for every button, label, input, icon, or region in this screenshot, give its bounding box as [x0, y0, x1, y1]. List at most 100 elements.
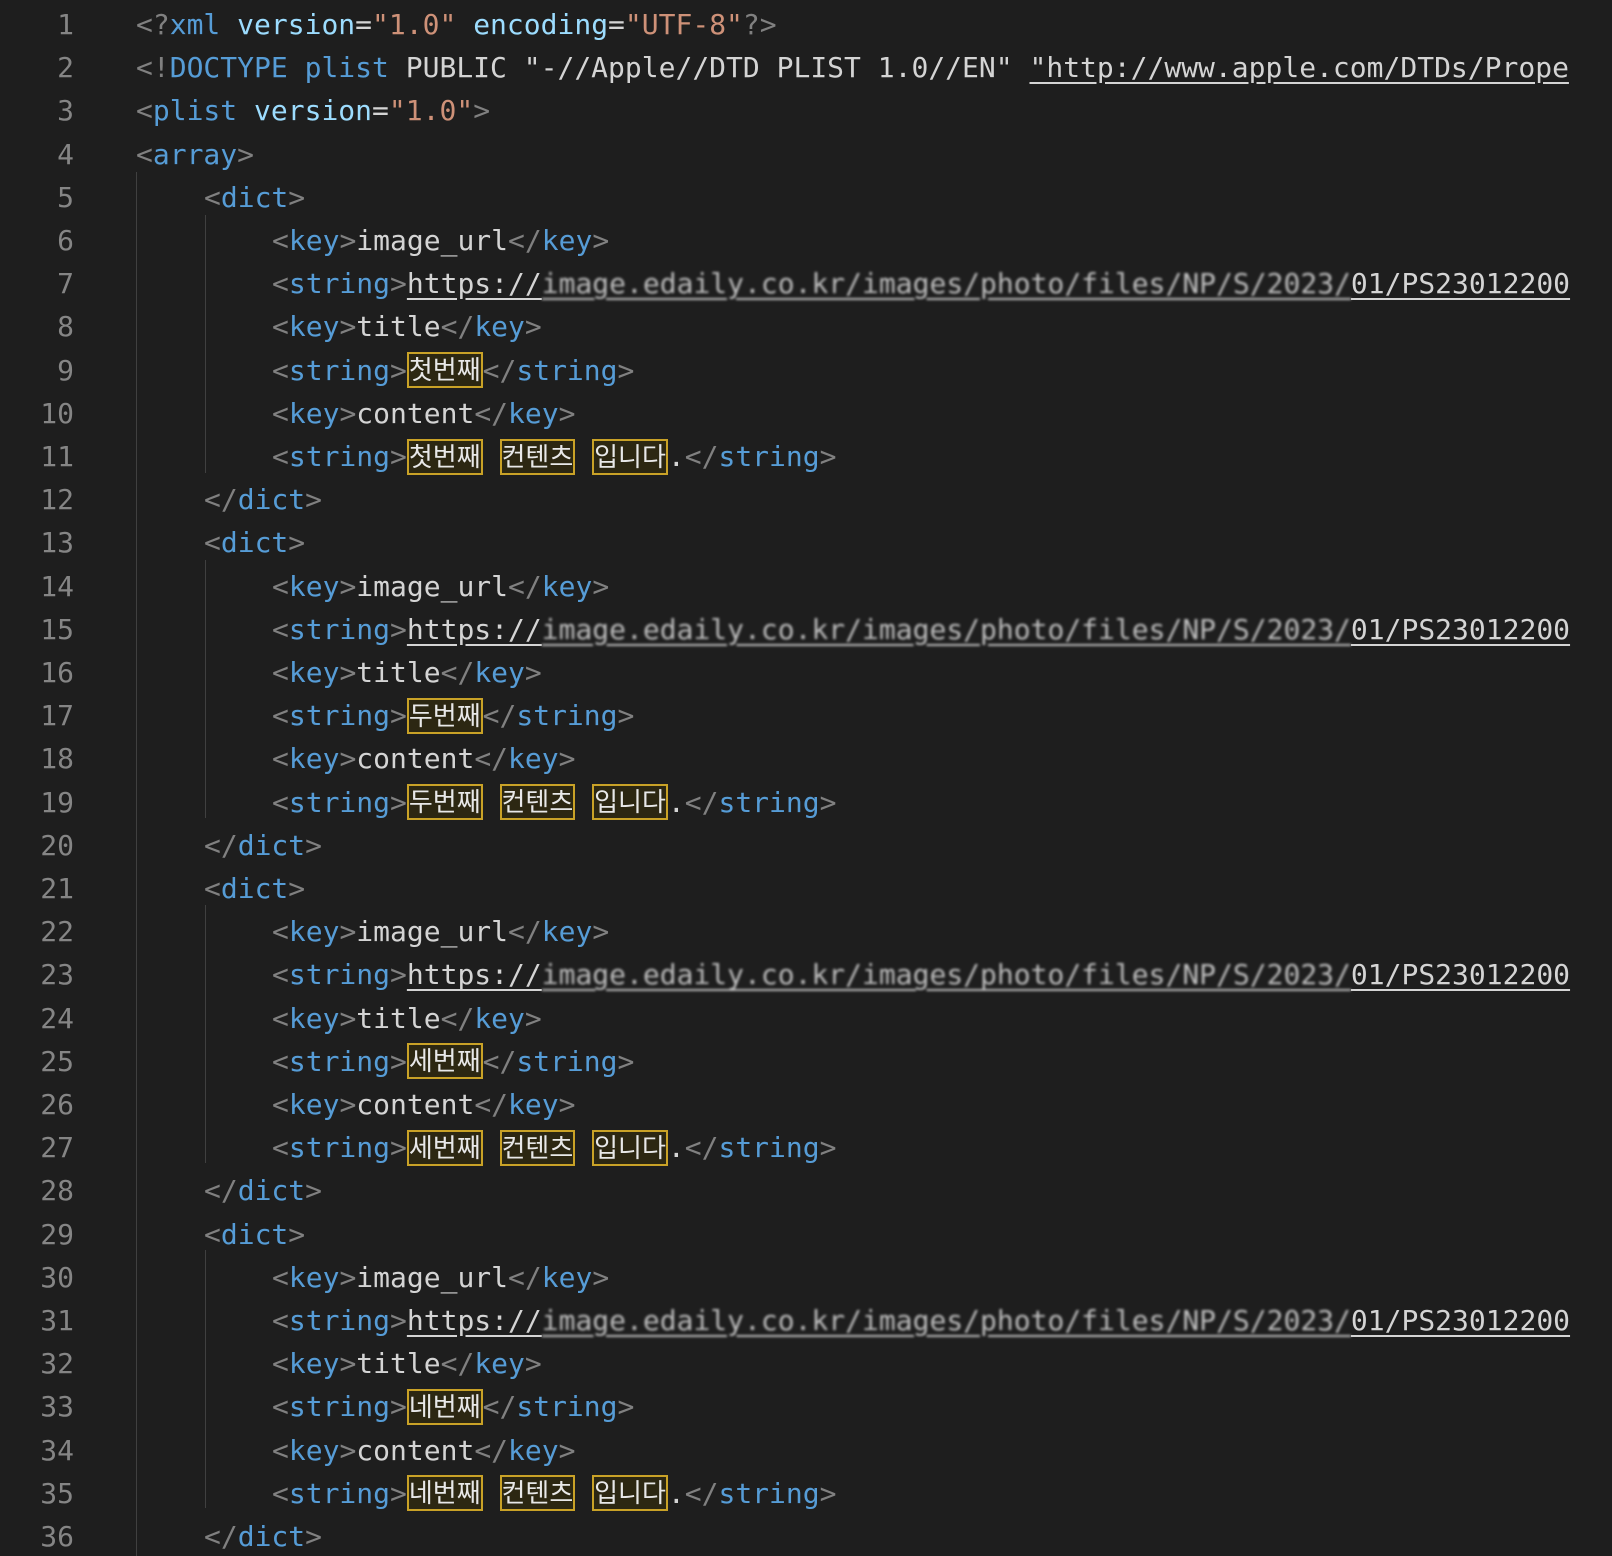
- code-line[interactable]: 32 <key>title</key>: [0, 1342, 1612, 1385]
- unicode-highlight: 컨텐츠: [499, 1129, 576, 1166]
- code-line[interactable]: 12 </dict>: [0, 478, 1612, 521]
- code-content: <string>두번째 컨텐츠 입니다.</string>: [272, 781, 836, 824]
- tag-bracket: >: [819, 1131, 837, 1165]
- code-line[interactable]: 24 <key>title</key>: [0, 997, 1612, 1040]
- line-number: 24: [40, 1001, 74, 1035]
- image-url-link: 01/PS23012200: [1350, 1304, 1571, 1337]
- code-line[interactable]: 25 <string>세번째</string>: [0, 1040, 1612, 1083]
- code-content: <array>: [136, 133, 254, 176]
- image-url-link: 01/PS23012200: [1350, 612, 1571, 646]
- unicode-highlight: 네번째: [406, 1475, 483, 1512]
- tag-name: key: [288, 396, 340, 430]
- code-line[interactable]: 35 <string>네번째 컨텐츠 입니다.</string>: [0, 1472, 1612, 1515]
- code-content: <string>네번째 컨텐츠 입니다.</string>: [272, 1472, 836, 1515]
- tag-bracket: >: [288, 872, 306, 905]
- key-text: image_url: [356, 224, 509, 257]
- code-line[interactable]: 1 <?xml version="1.0" encoding="UTF-8"?>: [0, 3, 1612, 46]
- code-line[interactable]: 11 <string>첫번째 컨텐츠 입니다.</string>: [0, 435, 1612, 478]
- code-content: <key>content</key>: [272, 1083, 575, 1126]
- code-content: </dict>: [204, 1169, 322, 1212]
- tag-bracket: >: [524, 1001, 542, 1035]
- tag-bracket: <: [272, 310, 289, 344]
- code-line[interactable]: 4 <array>: [0, 133, 1612, 176]
- code-line[interactable]: 31 <string>https://image.edaily.co.kr/ima…: [0, 1299, 1612, 1342]
- tag-name: dict: [220, 1217, 289, 1251]
- code-line[interactable]: 21 <dict>: [0, 867, 1612, 910]
- tag-bracket: </: [684, 440, 719, 473]
- key-text: content: [356, 1433, 475, 1467]
- tag-bracket: <: [272, 353, 289, 387]
- line-number: 23: [40, 958, 74, 992]
- line-number: 27: [40, 1131, 74, 1165]
- tag-name: dict: [220, 180, 289, 214]
- code-line[interactable]: 33 <string>네번째</string>: [0, 1385, 1612, 1428]
- code-line[interactable]: 18 <key>content</key>: [0, 737, 1612, 780]
- code-line[interactable]: 20 </dict>: [0, 824, 1612, 867]
- tag-name: string: [288, 1476, 391, 1510]
- code-line[interactable]: 30 <key>image_url</key>: [0, 1256, 1612, 1299]
- tag-bracket: <: [272, 1260, 289, 1294]
- code-line[interactable]: 8 <key>title</key>: [0, 305, 1612, 348]
- tag-bracket: >: [617, 353, 635, 387]
- image-url-link: https://: [406, 1304, 542, 1337]
- code-line[interactable]: 34 <key>content</key>: [0, 1429, 1612, 1472]
- key-text: content: [356, 396, 475, 430]
- tag-name: string: [288, 612, 391, 646]
- tag-name: string: [288, 1304, 391, 1337]
- tag-bracket: >: [339, 742, 357, 776]
- line-number: 36: [40, 1520, 74, 1553]
- tag-name: key: [508, 396, 559, 430]
- code-line[interactable]: 15 <string>https://image.edaily.co.kr/ima…: [0, 608, 1612, 651]
- tag-bracket: >: [558, 396, 576, 430]
- unicode-highlight: 두번째: [406, 784, 483, 821]
- line-number: 9: [57, 353, 74, 387]
- line-number: 31: [40, 1304, 74, 1337]
- line-number: 22: [40, 915, 74, 949]
- line-number: 8: [57, 310, 74, 344]
- tag-name: string: [718, 1476, 820, 1510]
- tag-bracket: </: [684, 1131, 719, 1165]
- code-line[interactable]: 23 <string>https://image.edaily.co.kr/ima…: [0, 953, 1612, 996]
- tag-bracket: >: [390, 267, 407, 301]
- attribute-value: "1.0": [388, 94, 474, 128]
- tag-bracket: <: [272, 1347, 289, 1381]
- key-text: title: [356, 1001, 441, 1035]
- code-line[interactable]: 19 <string>두번째 컨텐츠 입니다.</string>: [0, 781, 1612, 824]
- unicode-highlight: 입니다: [592, 1475, 668, 1512]
- tag-bracket: <: [272, 742, 289, 776]
- tag-name: key: [474, 310, 525, 344]
- string-text: .: [667, 785, 685, 819]
- tag-name: key: [288, 1347, 340, 1381]
- tag-bracket: <: [272, 1390, 289, 1424]
- code-token: =: [372, 94, 389, 128]
- tag-name: dict: [237, 828, 306, 862]
- code-line[interactable]: 13 <dict>: [0, 521, 1612, 564]
- code-line[interactable]: 27 <string>세번째 컨텐츠 입니다.</string>: [0, 1126, 1612, 1169]
- code-content: <string>https://image.edaily.co.kr/image…: [272, 953, 1570, 996]
- code-line[interactable]: 5 <dict>: [0, 176, 1612, 219]
- code-line[interactable]: 3 <plist version="1.0">: [0, 89, 1612, 132]
- tag-bracket: <: [272, 785, 289, 819]
- code-line[interactable]: 9 <string>첫번째</string>: [0, 349, 1612, 392]
- tag-name: key: [474, 1347, 525, 1381]
- code-line[interactable]: 36 </dict>: [0, 1515, 1612, 1556]
- tag-bracket: <: [272, 612, 289, 646]
- code-line[interactable]: 16 <key>title</key>: [0, 651, 1612, 694]
- code-token: =: [608, 8, 625, 41]
- tag-bracket: >: [390, 353, 407, 387]
- code-line[interactable]: 17 <string>두번째</string>: [0, 694, 1612, 737]
- code-line[interactable]: 22 <key>image_url</key>: [0, 910, 1612, 953]
- code-line[interactable]: 29 <dict>: [0, 1213, 1612, 1256]
- tag-bracket: <: [272, 267, 289, 301]
- code-editor[interactable]: 1 <?xml version="1.0" encoding="UTF-8"?> 2…: [0, 0, 1612, 1556]
- tag-bracket: >: [592, 224, 610, 257]
- doctype-text: PUBLIC "-//Apple//DTD PLIST 1.0//EN": [388, 51, 1030, 85]
- code-line[interactable]: 14 <key>image_url</key>: [0, 565, 1612, 608]
- code-line[interactable]: 26 <key>content</key>: [0, 1083, 1612, 1126]
- code-line[interactable]: 6 <key>image_url</key>: [0, 219, 1612, 262]
- code-line[interactable]: 7 <string>https://image.edaily.co.kr/imag…: [0, 262, 1612, 305]
- code-line[interactable]: 28 </dict>: [0, 1169, 1612, 1212]
- code-line[interactable]: 2 <!DOCTYPE plist PUBLIC "-//Apple//DTD P…: [0, 46, 1612, 89]
- code-line[interactable]: 10 <key>content</key>: [0, 392, 1612, 435]
